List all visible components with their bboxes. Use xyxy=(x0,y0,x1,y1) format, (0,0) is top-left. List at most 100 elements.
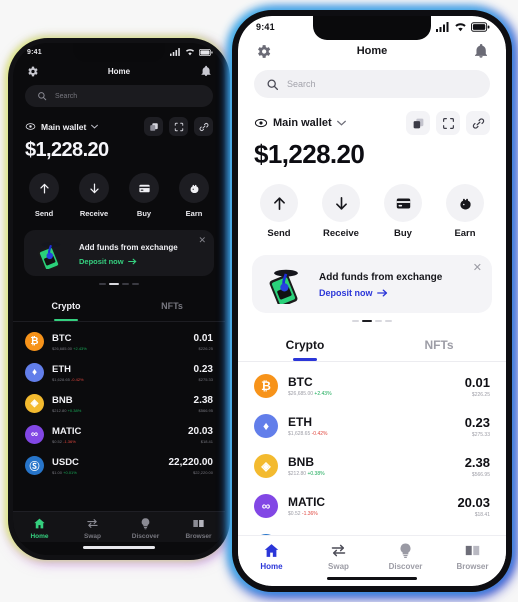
status-time: 9:41 xyxy=(27,48,42,56)
copy-address-button[interactable] xyxy=(406,111,430,135)
asset-symbol: MATIC xyxy=(288,495,326,509)
bell-icon xyxy=(475,44,487,58)
settings-button[interactable] xyxy=(25,64,39,78)
notifications-button[interactable] xyxy=(199,64,213,78)
dot-active[interactable] xyxy=(109,283,119,285)
copy-address-button[interactable] xyxy=(144,117,163,136)
quick-action-label: Send xyxy=(34,209,54,218)
asset-symbol: MATIC xyxy=(52,425,82,437)
quick-action-buy[interactable]: Buy xyxy=(384,184,422,239)
home-indicator xyxy=(238,573,506,587)
nav-label: Browser xyxy=(456,561,489,571)
quick-action-buy[interactable]: Buy xyxy=(129,173,159,218)
screen-light: 9:41 Home Search Main wallet $1,228.20 S… xyxy=(238,16,506,586)
dot[interactable] xyxy=(352,320,359,322)
asset-fiat: $566.95 xyxy=(198,407,213,413)
wallet-row: Main wallet xyxy=(13,110,225,136)
asset-values: 0.01 $226.25 xyxy=(465,375,490,398)
nav-item-browser[interactable]: Browser xyxy=(172,517,225,540)
nav-label: Swap xyxy=(328,561,349,571)
asset-symbol: BTC xyxy=(52,332,72,344)
nav-item-home[interactable]: Home xyxy=(238,542,305,571)
arrow-down-icon xyxy=(89,183,99,193)
dot[interactable] xyxy=(132,283,139,285)
table-row[interactable]: ₿ BTC $26,685.00 +2.43% 0.01 $226.25 xyxy=(13,326,225,357)
banner-close-button[interactable]: ✕ xyxy=(473,263,482,274)
banner-close-button[interactable]: ✕ xyxy=(198,236,206,245)
wallet-selector[interactable]: Main wallet xyxy=(25,121,99,132)
asset-values: 0.23 $275.33 xyxy=(465,415,490,438)
arrow-down-icon xyxy=(335,196,347,210)
search-bar[interactable]: Search xyxy=(25,85,213,107)
table-row[interactable]: Ⓢ USDC $1.00 +0.01% 22,220.00 $22,220.00 xyxy=(238,526,506,535)
connect-button[interactable] xyxy=(466,111,490,135)
send-icon-circle xyxy=(260,184,298,222)
table-row[interactable]: Ⓢ USDC $1.00 +0.01% 22,220.00 $22,220.00 xyxy=(13,450,225,481)
eye-icon xyxy=(25,123,36,130)
wallet-selector[interactable]: Main wallet xyxy=(254,116,346,130)
quick-action-send[interactable]: Send xyxy=(29,173,59,218)
swap-icon xyxy=(331,544,346,556)
promo-banner[interactable]: Add funds from exchange Deposit now ✕ xyxy=(252,255,492,313)
table-row[interactable]: ₿ BTC $26,685.00 +2.43% 0.01 $226.25 xyxy=(238,366,506,406)
dot[interactable] xyxy=(385,320,392,322)
table-row[interactable]: ♦ ETH $1,628.65 -0.42% 0.23 $275.33 xyxy=(238,406,506,446)
settings-button[interactable] xyxy=(254,42,272,60)
tab-nfts[interactable]: NFTs xyxy=(119,296,225,321)
scan-qr-button[interactable] xyxy=(169,117,188,136)
wifi-icon xyxy=(455,23,466,32)
send-icon-circle xyxy=(29,173,59,203)
table-row[interactable]: ◈ BNB $212.80 +0.38% 2.38 $566.95 xyxy=(13,388,225,419)
search-bar[interactable]: Search xyxy=(254,70,490,98)
asset-values: 22,220.00 $22,220.00 xyxy=(169,457,214,475)
eye-icon xyxy=(254,118,268,128)
asset-fiat: $22,220.00 xyxy=(192,469,213,475)
screen-dark: 9:41 Home Search Main wallet $1,228.20 S… xyxy=(13,43,225,555)
promo-banner[interactable]: Add funds from exchange Deposit now ✕ xyxy=(24,230,214,276)
asset-fiat: $18.41 xyxy=(474,511,490,518)
nav-label: Discover xyxy=(388,561,423,571)
asset-info: MATIC $0.52 -1.36% xyxy=(52,426,188,444)
asset-subtext: $1,628.65 -0.42% xyxy=(288,431,465,437)
tab-nfts[interactable]: NFTs xyxy=(372,336,506,361)
quick-action-earn[interactable]: Earn xyxy=(446,184,484,239)
dot[interactable] xyxy=(375,320,382,322)
table-row[interactable]: ∞ MATIC $0.52 -1.36% 20.03 $18.41 xyxy=(13,419,225,450)
tab-crypto[interactable]: Crypto xyxy=(13,296,119,321)
asset-amount: 20.03 xyxy=(187,425,213,437)
asset-subtext: $1,628.65 -0.42% xyxy=(52,377,194,382)
asset-amount: 20.03 xyxy=(457,494,490,510)
dot-active[interactable] xyxy=(362,320,372,322)
quick-action-receive[interactable]: Receive xyxy=(79,173,109,218)
nav-item-home[interactable]: Home xyxy=(13,517,66,540)
banner-cta[interactable]: Deposit now xyxy=(319,288,480,298)
scan-qr-button[interactable] xyxy=(436,111,460,135)
asset-amount: 0.23 xyxy=(193,363,213,375)
quick-action-earn[interactable]: Earn xyxy=(179,173,209,218)
asset-price: $0.52 xyxy=(288,511,301,517)
nav-item-discover[interactable]: Discover xyxy=(119,517,172,540)
notifications-button[interactable] xyxy=(472,42,490,60)
table-row[interactable]: ♦ ETH $1,628.65 -0.42% 0.23 $275.33 xyxy=(13,357,225,388)
quick-action-receive[interactable]: Receive xyxy=(322,184,360,239)
earn-icon-circle xyxy=(446,184,484,222)
dot[interactable] xyxy=(122,283,129,285)
coin-icon-matic: ∞ xyxy=(254,494,278,518)
connect-button[interactable] xyxy=(194,117,213,136)
asset-values: 20.03 $18.41 xyxy=(188,426,213,444)
asset-fiat: $275.33 xyxy=(471,431,490,438)
nav-item-swap[interactable]: Swap xyxy=(66,517,119,540)
banner-cta[interactable]: Deposit now xyxy=(79,257,205,266)
table-row[interactable]: ◈ BNB $212.80 +0.38% 2.38 $566.95 xyxy=(238,446,506,486)
asset-tabs: Crypto NFTs xyxy=(13,296,225,321)
nav-item-discover[interactable]: Discover xyxy=(372,542,439,571)
tab-crypto[interactable]: Crypto xyxy=(238,336,372,361)
table-row[interactable]: ∞ MATIC $0.52 -1.36% 20.03 $18.41 xyxy=(238,486,506,526)
dot[interactable] xyxy=(99,283,106,285)
quick-action-send[interactable]: Send xyxy=(260,184,298,239)
asset-price: $212.80 xyxy=(52,407,67,413)
nav-item-swap[interactable]: Swap xyxy=(305,542,372,571)
asset-change: +2.43% xyxy=(73,345,87,351)
nav-item-browser[interactable]: Browser xyxy=(439,542,506,571)
asset-amount: 2.38 xyxy=(464,454,490,470)
